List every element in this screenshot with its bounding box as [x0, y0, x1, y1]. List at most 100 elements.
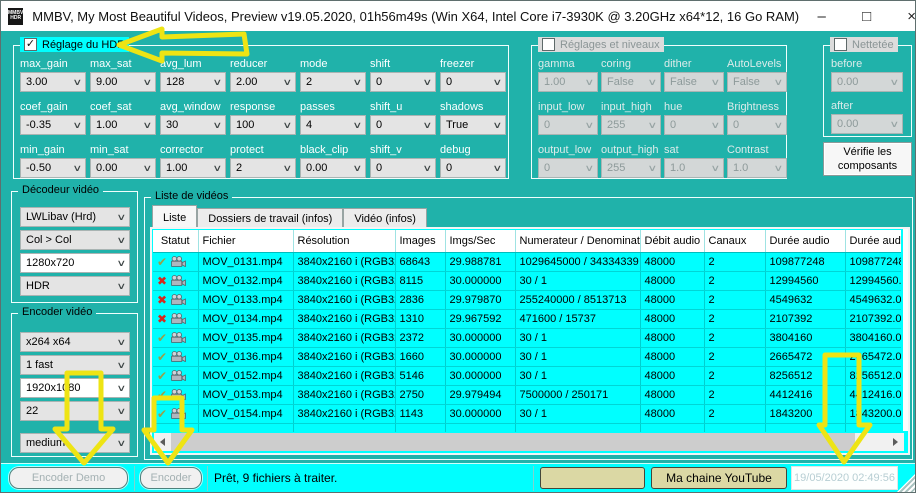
field-combobox[interactable]: 0 ∨ [440, 158, 506, 178]
decoder-panel: Décodeur vidéo LWLibav (Hrd) ∨ Col > Col… [11, 191, 138, 303]
decoder-combobox[interactable]: LWLibav (Hrd) ∨ [20, 207, 130, 227]
column-header[interactable]: Imgs/Sec [445, 230, 515, 252]
column-header[interactable]: Résolution [293, 230, 395, 252]
sharpen-checkbox[interactable] [834, 38, 847, 51]
resize-grip-icon[interactable] [897, 474, 915, 492]
column-header[interactable]: Fichier [198, 230, 293, 252]
cell-canaux: 2 [704, 271, 765, 290]
hdr-field: max_gain 3.00 ∨ [20, 58, 86, 92]
column-header[interactable]: Statut [153, 230, 198, 252]
maximize-button[interactable]: □ [844, 1, 889, 31]
encoder-button[interactable]: Encoder [140, 467, 202, 489]
scroll-left-button[interactable] [154, 433, 171, 451]
field-combobox[interactable]: True ∨ [440, 115, 506, 135]
field-label: debug [440, 144, 506, 158]
levels-field: Contrast 1.0 ∨ [727, 144, 787, 178]
cell-images: 5146 [395, 366, 445, 385]
combobox-value: 1.0 [670, 162, 685, 174]
field-combobox[interactable]: 1.00 ∨ [160, 158, 226, 178]
field-combobox[interactable]: 0 ∨ [370, 115, 436, 135]
tab[interactable]: Vidéo (infos) [343, 208, 427, 229]
encoder-combobox[interactable]: x264 x64 ∨ [20, 332, 130, 352]
field-combobox[interactable]: 0 ∨ [370, 72, 436, 92]
encoder-combobox[interactable]: 1 fast ∨ [20, 355, 130, 375]
field-combobox[interactable]: -0.35 ∨ [20, 115, 86, 135]
decoder-combobox[interactable]: 1280x720 ∨ [20, 253, 130, 273]
table-row[interactable]: ✔ MOV_0135.mp4 3840x2160 i (RGB32) 2372 … [153, 328, 901, 347]
field-combobox[interactable]: 0.00 ∨ [300, 158, 366, 178]
field-combobox[interactable]: 4 ∨ [300, 115, 366, 135]
encoder-panel-title: Encoder vidéo [22, 306, 92, 318]
youtube-channel-button[interactable]: Ma chaine YouTube [651, 467, 787, 489]
encoder-combobox[interactable]: 22 ∨ [20, 401, 130, 421]
decoder-panel-title: Décodeur vidéo [22, 184, 99, 196]
field-combobox[interactable]: 0.00 ∨ [90, 158, 156, 178]
table-row[interactable]: ✔ MOV_0154.mp4 3840x2160 i (RGB32) 1143 … [153, 404, 901, 423]
combobox-value: 1 fast [26, 359, 53, 371]
column-header[interactable]: Débit audio [640, 230, 704, 252]
combobox-value: 22 [26, 405, 38, 417]
field-combobox[interactable]: 0 ∨ [440, 72, 506, 92]
encoder-combobox[interactable]: medium ∨ [20, 433, 130, 453]
field-combobox[interactable]: 2 ∨ [300, 72, 366, 92]
cell-imgs-sec: 29.967592 [445, 309, 515, 328]
minimize-button[interactable]: – [799, 1, 844, 31]
combobox-value: -0.50 [26, 162, 51, 174]
encoder-combobox[interactable]: 1920x1080 ∨ [20, 378, 130, 398]
cell-canaux: 2 [704, 385, 765, 404]
table-row[interactable]: ✔ MOV_0136.mp4 3840x2160 i (RGB32) 1660 … [153, 347, 901, 366]
cell-duree-audio: 4549632 [765, 290, 845, 309]
tab[interactable]: Dossiers de travail (infos) [197, 208, 343, 229]
cell-debit-audio: 48000 [640, 309, 704, 328]
field-combobox[interactable]: 0 ∨ [370, 158, 436, 178]
blank-button[interactable] [540, 467, 645, 489]
chevron-down-icon: ∨ [73, 120, 83, 131]
column-header[interactable]: Images [395, 230, 445, 252]
levels-checkbox[interactable] [542, 38, 555, 51]
column-header[interactable]: Durée audio F [845, 230, 901, 252]
close-button[interactable]: × [889, 1, 916, 31]
field-combobox[interactable]: 1.00 ∨ [90, 115, 156, 135]
hdr-checkbox[interactable]: ✓ [24, 38, 37, 51]
column-header[interactable]: Canaux [704, 230, 765, 252]
table-right-margin [903, 229, 908, 431]
field-combobox[interactable]: 2.00 ∨ [230, 72, 296, 92]
encoder-demo-button[interactable]: Encoder Demo [9, 467, 128, 489]
cell-canaux: 2 [704, 328, 765, 347]
table-row[interactable]: ✔ MOV_0152.mp4 3840x2160 i (RGB32) 5146 … [153, 366, 901, 385]
table-row[interactable]: ✖ MOV_0132.mp4 3840x2160 i (RGB32) 8115 … [153, 271, 901, 290]
scroll-right-button[interactable] [887, 433, 904, 451]
field-combobox[interactable]: 9.00 ∨ [90, 72, 156, 92]
scrollbar-thumb[interactable] [171, 433, 855, 451]
combobox-value: 4 [306, 119, 312, 131]
table-row[interactable]: ✖ MOV_0133.mp4 3840x2160 i (RGB32) 2836 … [153, 290, 901, 309]
cell-imgs-sec: 30.000000 [445, 366, 515, 385]
field-combobox[interactable]: 128 ∨ [160, 72, 226, 92]
decoder-combobox[interactable]: HDR ∨ [20, 276, 130, 296]
chevron-down-icon: ∨ [283, 163, 293, 174]
decoder-combobox[interactable]: Col > Col ∨ [20, 230, 130, 250]
levels-field: input_low 0 ∨ [538, 101, 598, 135]
cell-resolution: 3840x2160 i (RGB32) [293, 290, 395, 309]
field-combobox[interactable]: 100 ∨ [230, 115, 296, 135]
cell-duree-audio: 8256512 [765, 366, 845, 385]
combobox-value: False [670, 76, 697, 88]
combobox-value: 0.00 [96, 162, 117, 174]
combobox-value: 0 [544, 162, 550, 174]
chevron-down-icon: ∨ [117, 406, 127, 417]
table-row[interactable]: ✔ MOV_0153.mp4 3840x2160 i (RGB32) 2750 … [153, 385, 901, 404]
column-header[interactable]: Numerateur / Denominateur [515, 230, 640, 252]
verify-components-button[interactable]: Vérifie les composants [823, 142, 912, 176]
column-header[interactable]: Durée audio [765, 230, 845, 252]
horizontal-scrollbar[interactable] [154, 433, 904, 451]
cell-canaux: 2 [704, 252, 765, 271]
table-row[interactable]: ✔ MOV_0131.mp4 3840x2160 i (RGB32) 68643… [153, 252, 901, 271]
field-combobox[interactable]: -0.50 ∨ [20, 158, 86, 178]
field-combobox[interactable]: 30 ∨ [160, 115, 226, 135]
field-combobox[interactable]: 2 ∨ [230, 158, 296, 178]
chevron-down-icon: ∨ [353, 77, 363, 88]
cell-resolution: 3840x2160 i (RGB32) [293, 271, 395, 290]
table-row[interactable]: ✖ MOV_0134.mp4 3840x2160 i (RGB32) 1310 … [153, 309, 901, 328]
tab[interactable]: Liste [152, 205, 197, 229]
field-combobox[interactable]: 3.00 ∨ [20, 72, 86, 92]
